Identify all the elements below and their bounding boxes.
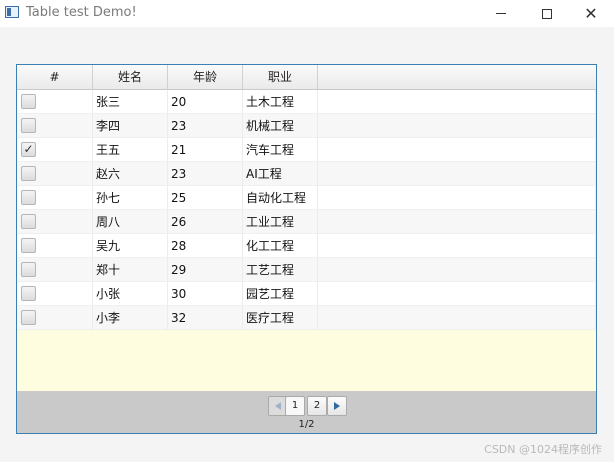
table-row[interactable]: 小张 30 园艺工程 xyxy=(17,282,596,306)
title-bar: Table test Demo! ✕ xyxy=(0,0,614,27)
column-header-name[interactable]: 姓名 xyxy=(93,65,168,90)
filler-cell xyxy=(318,114,596,138)
row-checkbox[interactable] xyxy=(21,238,36,253)
age-cell: 29 xyxy=(168,258,243,282)
job-cell: 机械工程 xyxy=(243,114,318,138)
row-checkbox[interactable] xyxy=(21,166,36,181)
table-row[interactable]: 赵六 23 AI工程 xyxy=(17,162,596,186)
column-header-index[interactable]: # xyxy=(17,65,93,90)
table-row[interactable]: 李四 23 机械工程 xyxy=(17,114,596,138)
table-row[interactable]: 孙七 25 自动化工程 xyxy=(17,186,596,210)
age-cell: 30 xyxy=(168,282,243,306)
filler-cell xyxy=(318,138,596,162)
watermark: CSDN @1024程序创作 xyxy=(484,443,602,456)
age-cell: 26 xyxy=(168,210,243,234)
table-row[interactable]: 郑十 29 工艺工程 xyxy=(17,258,596,282)
table-body: 张三 20 土木工程 李四 23 机械工程 ✓ 王五 21 汽车工程 赵六 23 AI工程 孙七 25 自动化… xyxy=(17,90,596,330)
name-cell: 孙七 xyxy=(93,186,168,210)
select-cell xyxy=(17,234,93,258)
select-cell: ✓ xyxy=(17,138,93,162)
arrow-right-icon xyxy=(334,402,340,410)
filler-cell xyxy=(318,90,596,114)
age-cell: 25 xyxy=(168,186,243,210)
name-cell: 周八 xyxy=(93,210,168,234)
close-icon: ✕ xyxy=(584,3,598,23)
name-cell: 小李 xyxy=(93,306,168,330)
select-cell xyxy=(17,306,93,330)
row-checkbox[interactable] xyxy=(21,310,36,325)
age-cell: 28 xyxy=(168,234,243,258)
window-title: Table test Demo! xyxy=(26,5,137,20)
age-cell: 21 xyxy=(168,138,243,162)
filler-cell xyxy=(318,282,596,306)
row-checkbox[interactable] xyxy=(21,94,36,109)
name-cell: 王五 xyxy=(93,138,168,162)
page-button-2[interactable]: 2 xyxy=(307,396,327,416)
select-cell xyxy=(17,186,93,210)
table-header: # 姓名 年龄 职业 xyxy=(17,65,596,90)
check-icon: ✓ xyxy=(23,142,34,156)
age-cell: 23 xyxy=(168,114,243,138)
next-page-button[interactable] xyxy=(327,396,347,416)
age-cell: 23 xyxy=(168,162,243,186)
row-checkbox[interactable] xyxy=(21,286,36,301)
minimize-button[interactable] xyxy=(478,0,524,27)
name-cell: 吴九 xyxy=(93,234,168,258)
row-checkbox[interactable] xyxy=(21,190,36,205)
column-header-age[interactable]: 年龄 xyxy=(168,65,243,90)
select-cell xyxy=(17,258,93,282)
filler-cell xyxy=(318,306,596,330)
column-header-filler xyxy=(318,65,596,90)
filler-cell xyxy=(318,162,596,186)
arrow-left-icon xyxy=(275,402,281,410)
name-cell: 李四 xyxy=(93,114,168,138)
page-info: 1/2 xyxy=(298,419,315,430)
page-button-1[interactable]: 1 xyxy=(285,396,305,416)
table-row[interactable]: 小李 32 医疗工程 xyxy=(17,306,596,330)
minimize-icon xyxy=(496,13,506,14)
app-window-icon xyxy=(5,6,19,18)
age-cell: 20 xyxy=(168,90,243,114)
job-cell: 土木工程 xyxy=(243,90,318,114)
filler-cell xyxy=(318,258,596,282)
table-row[interactable]: 张三 20 土木工程 xyxy=(17,90,596,114)
job-cell: 工业工程 xyxy=(243,210,318,234)
job-cell: 园艺工程 xyxy=(243,282,318,306)
age-cell: 32 xyxy=(168,306,243,330)
table-row[interactable]: ✓ 王五 21 汽车工程 xyxy=(17,138,596,162)
name-cell: 小张 xyxy=(93,282,168,306)
job-cell: 医疗工程 xyxy=(243,306,318,330)
select-cell xyxy=(17,114,93,138)
job-cell: 工艺工程 xyxy=(243,258,318,282)
select-cell xyxy=(17,210,93,234)
pagination-bar: 1 2 1/2 xyxy=(17,391,596,433)
maximize-icon xyxy=(542,8,552,19)
table-row[interactable]: 周八 26 工业工程 xyxy=(17,210,596,234)
name-cell: 赵六 xyxy=(93,162,168,186)
row-checkbox[interactable] xyxy=(21,118,36,133)
select-cell xyxy=(17,90,93,114)
job-cell: 汽车工程 xyxy=(243,138,318,162)
job-cell: AI工程 xyxy=(243,162,318,186)
row-checkbox[interactable]: ✓ xyxy=(21,142,36,157)
filler-cell xyxy=(318,210,596,234)
select-cell xyxy=(17,282,93,306)
select-cell xyxy=(17,162,93,186)
filler-cell xyxy=(318,234,596,258)
name-cell: 郑十 xyxy=(93,258,168,282)
job-cell: 化工工程 xyxy=(243,234,318,258)
maximize-button[interactable] xyxy=(524,0,570,27)
name-cell: 张三 xyxy=(93,90,168,114)
table-view[interactable]: # 姓名 年龄 职业 张三 20 土木工程 李四 23 机械工程 ✓ 王五 21 汽车工程 赵六 23… xyxy=(16,64,597,434)
row-checkbox[interactable] xyxy=(21,214,36,229)
filler-cell xyxy=(318,186,596,210)
column-header-job[interactable]: 职业 xyxy=(243,65,318,90)
table-row[interactable]: 吴九 28 化工工程 xyxy=(17,234,596,258)
job-cell: 自动化工程 xyxy=(243,186,318,210)
row-checkbox[interactable] xyxy=(21,262,36,277)
close-button[interactable]: ✕ xyxy=(568,0,614,27)
